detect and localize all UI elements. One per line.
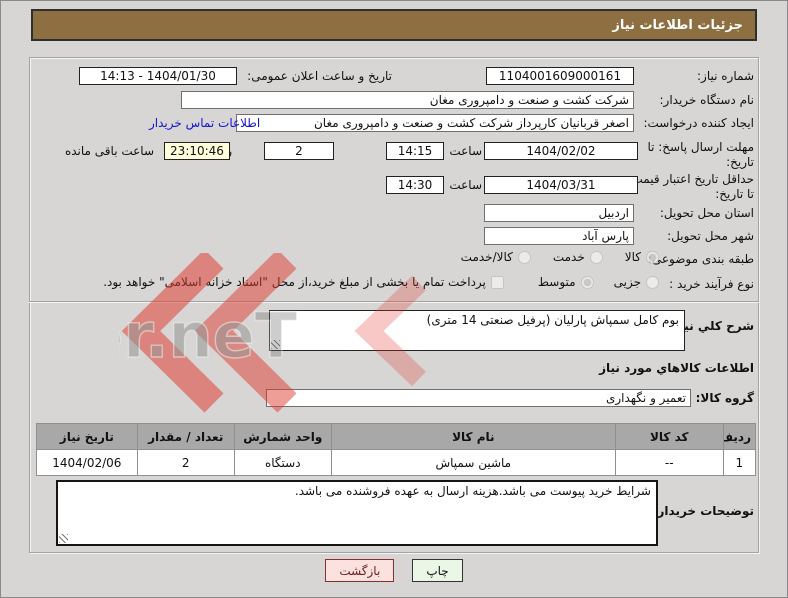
buyer-notes-label: توضیحات خریدار: — [652, 504, 754, 518]
goods-info-section-title: اطلاعات کالاهاي مورد نیاز — [599, 361, 754, 375]
validity-label: حداقل تاریخ اعتبار قیمت: تا تاریخ: — [627, 172, 754, 201]
col-row-no: ردیف — [722, 423, 757, 450]
province-field[interactable] — [484, 204, 634, 222]
cell-goods-code: -- — [614, 449, 724, 476]
cell-unit: دستگاه — [233, 449, 332, 476]
radio-goods-service[interactable]: کالا/خدمت — [461, 250, 531, 264]
remaining-days-field[interactable] — [264, 142, 334, 160]
treasury-checkbox[interactable] — [490, 275, 504, 289]
radio-partial[interactable]: جزیی — [614, 275, 659, 289]
need-description-textarea[interactable]: بوم کامل سمپاش پارلیان (پرفیل صنعتی 14 م… — [269, 310, 685, 351]
treasury-checkbox-item[interactable]: پرداخت تمام یا بخشی از مبلغ خرید،از محل … — [103, 275, 504, 289]
radio-goods-label: کالا — [624, 250, 641, 264]
announce-datetime-field[interactable] — [79, 67, 237, 85]
cell-need-date: 1404/02/06 — [36, 449, 138, 476]
need-details-window: جزئیات اطلاعات نیاز شماره نیاز: تاریخ و … — [0, 0, 788, 598]
radio-goods-input[interactable] — [646, 250, 659, 264]
radio-service-label: خدمت — [552, 250, 585, 264]
radio-goods-service-label: کالا/خدمت — [460, 250, 513, 264]
radio-goods-service-input[interactable] — [517, 250, 531, 264]
city-field[interactable] — [484, 227, 634, 245]
goods-table-header-row: ردیف کد کالا نام کالا واحد شمارش تعداد /… — [36, 423, 757, 450]
col-goods-name: نام کالا — [330, 423, 616, 450]
remaining-time-field[interactable] — [164, 142, 230, 160]
buyer-org-label: نام دستگاه خریدار: — [659, 93, 755, 107]
process-type-label: نوع فرآیند خرید : — [669, 277, 754, 291]
radio-partial-input[interactable] — [646, 275, 659, 289]
creator-label: ایجاد کننده درخواست: — [643, 116, 754, 130]
treasury-note: پرداخت تمام یا بخشی از مبلغ خرید،از محل … — [103, 275, 486, 289]
cell-goods-name: ماشین سمپاش — [330, 449, 616, 476]
validity-time-field[interactable] — [386, 176, 444, 194]
radio-service[interactable]: خدمت — [553, 250, 603, 264]
radio-medium-label: متوسط — [537, 275, 576, 289]
province-label: استان محل تحویل: — [659, 206, 754, 220]
section-divider — [29, 301, 759, 303]
need-number-field[interactable] — [486, 67, 634, 85]
radio-goods[interactable]: کالا — [625, 250, 659, 264]
table-row: 1 -- ماشین سمپاش دستگاه 2 1404/02/06 — [36, 449, 757, 476]
buyer-contact-link[interactable]: اطلاعات تماس خریدار — [149, 116, 260, 130]
col-quantity: تعداد / مقدار — [136, 423, 235, 450]
creator-field[interactable] — [236, 114, 634, 132]
classification-label: طبقه بندی موضوعی: — [647, 252, 754, 266]
radio-medium-input[interactable] — [580, 275, 594, 289]
col-unit: واحد شمارش — [233, 423, 332, 450]
validity-hour-label: ساعت — [449, 178, 482, 192]
cell-row-no: 1 — [722, 449, 757, 476]
col-goods-code: کد کالا — [614, 423, 724, 450]
deadline-label: مهلت ارسال پاسخ: تا تاریخ: — [647, 140, 754, 169]
goods-group-label: گروه کالا: — [695, 391, 754, 405]
goods-group-field[interactable] — [266, 389, 691, 407]
page-title: جزئیات اطلاعات نیاز — [31, 9, 757, 41]
radio-medium[interactable]: متوسط — [538, 275, 594, 289]
buyer-notes-textarea[interactable]: شرایط خرید پیوست می باشد.هزینه ارسال به … — [56, 480, 658, 546]
announce-datetime-label: تاریخ و ساعت اعلان عمومی: — [247, 69, 392, 83]
validity-date-field[interactable] — [484, 176, 638, 194]
need-number-label: شماره نیاز: — [697, 69, 754, 83]
classification-options: کالا خدمت کالا/خدمت — [461, 250, 659, 264]
deadline-time-field[interactable] — [386, 142, 444, 160]
resize-grip[interactable] — [271, 340, 280, 349]
city-label: شهر محل تحویل: — [667, 229, 754, 243]
deadline-date-field[interactable] — [484, 142, 638, 160]
cell-quantity: 2 — [136, 449, 235, 476]
buyer-org-field[interactable] — [181, 91, 634, 109]
back-button[interactable]: بازگشت — [325, 559, 395, 582]
button-bar: چاپ بازگشت — [1, 559, 787, 582]
remaining-hours-label: ساعت باقی مانده — [64, 144, 154, 158]
goods-table: ردیف کد کالا نام کالا واحد شمارش تعداد /… — [36, 423, 757, 476]
col-need-date: تاریخ نیاز — [36, 423, 138, 450]
resize-grip[interactable] — [59, 534, 68, 543]
deadline-hour-label: ساعت — [449, 144, 482, 158]
print-button[interactable]: چاپ — [412, 559, 463, 582]
radio-service-input[interactable] — [589, 250, 603, 264]
radio-partial-label: جزیی — [613, 275, 641, 289]
process-type-options: جزیی متوسط پرداخت تمام یا بخشی از مبلغ خ… — [103, 275, 659, 289]
